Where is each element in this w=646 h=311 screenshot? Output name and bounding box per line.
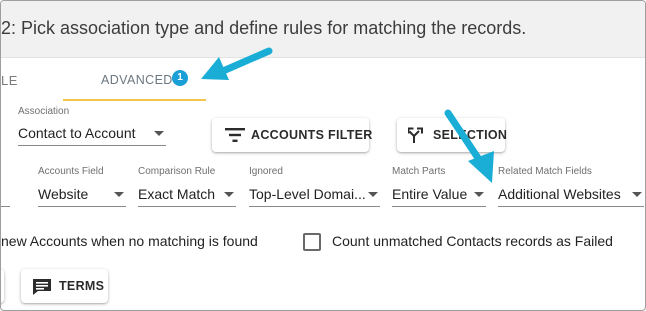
- chevron-down-icon: [632, 192, 642, 197]
- filter-lines-icon: [225, 128, 245, 142]
- create-accounts-option-label[interactable]: new Accounts when no matching is found: [1, 233, 258, 249]
- count-unmatched-label[interactable]: Count unmatched Contacts records as Fail…: [332, 233, 613, 249]
- accounts-filter-label: ACCOUNTS FILTER: [251, 128, 373, 142]
- count-unmatched-checkbox[interactable]: [303, 233, 321, 251]
- chevron-down-icon: [474, 192, 484, 197]
- tab-active-indicator: [63, 99, 206, 101]
- annotation-arrow-icon: [444, 109, 494, 183]
- tab-simple[interactable]: LE: [1, 73, 18, 88]
- association-select[interactable]: Contact to Account: [18, 123, 166, 146]
- annotation-arrow-icon: [201, 47, 273, 80]
- association-value: Contact to Account: [18, 125, 136, 141]
- tab-advanced[interactable]: ADVANCED 1: [63, 60, 206, 101]
- terms-label: TERMS: [59, 279, 105, 293]
- chevron-down-icon: [224, 192, 234, 197]
- ignored-value: Top-Level Domai...: [249, 186, 365, 202]
- rule-field-contacts[interactable]: n: [1, 184, 10, 207]
- comparison-rule-select[interactable]: Exact Match: [138, 184, 236, 207]
- ignored-select[interactable]: Top-Level Domai...: [249, 184, 380, 207]
- tab-advanced-badge: 1: [172, 70, 188, 86]
- chevron-down-icon: [154, 131, 164, 136]
- match-parts-select[interactable]: Entire Value: [392, 184, 486, 207]
- accounts-field-label: Accounts Field: [38, 166, 104, 177]
- tab-advanced-label: ADVANCED: [101, 73, 173, 87]
- comparison-rule-label: Comparison Rule: [138, 166, 216, 177]
- accounts-filter-button[interactable]: ACCOUNTS FILTER: [212, 118, 372, 152]
- partial-left-button[interactable]: [1, 269, 4, 303]
- related-match-fields-select[interactable]: Additional Websites: [498, 184, 644, 207]
- ignored-label: Ignored: [249, 166, 283, 177]
- dialog-frame: 2: Pick association type and define rule…: [0, 0, 646, 311]
- step-title: 2: Pick association type and define rule…: [1, 18, 527, 38]
- comparison-rule-value: Exact Match: [138, 186, 216, 202]
- related-match-fields-label: Related Match Fields: [498, 166, 592, 177]
- step-header: 2: Pick association type and define rule…: [1, 1, 645, 58]
- fork-arrows-icon: [408, 127, 423, 143]
- related-match-fields-value: Additional Websites: [498, 186, 621, 202]
- chevron-down-icon: [114, 192, 124, 197]
- terms-button[interactable]: TERMS: [21, 269, 108, 303]
- accounts-field-select[interactable]: Website: [38, 184, 126, 207]
- accounts-field-value: Website: [38, 186, 89, 202]
- chevron-down-icon: [368, 192, 378, 197]
- match-parts-value: Entire Value: [392, 186, 468, 202]
- association-label: Association: [18, 106, 70, 117]
- message-icon: [33, 279, 51, 295]
